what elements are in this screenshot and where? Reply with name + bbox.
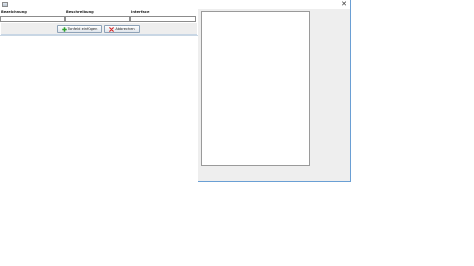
form-panel: Bezeichnung Beschreibung Interface Tonfe… — [0, 9, 198, 182]
dialog-window: ✕ Bezeichnung Beschreibung Interface Ton… — [0, 0, 351, 182]
plus-icon — [61, 26, 67, 32]
beschreibung-input[interactable] — [65, 16, 130, 22]
section-divider — [0, 35, 198, 36]
bezeichnung-label: Bezeichnung — [1, 10, 27, 14]
button-bar: Tonfeld einfügen Abbrechen — [1, 23, 197, 35]
close-button[interactable]: ✕ — [340, 0, 348, 9]
preview-panel — [198, 9, 350, 181]
title-bar[interactable]: ✕ — [0, 0, 350, 9]
x-icon — [109, 26, 115, 32]
interface-input[interactable] — [130, 16, 196, 22]
add-tonfeld-label: Tonfeld einfügen — [67, 27, 98, 31]
interface-label: Interface — [131, 10, 150, 14]
beschreibung-label: Beschreibung — [66, 10, 94, 14]
bezeichnung-input[interactable] — [0, 16, 65, 22]
cancel-button[interactable]: Abbrechen — [104, 25, 140, 33]
preview-area[interactable] — [201, 11, 310, 166]
cancel-label: Abbrechen — [115, 27, 135, 31]
add-tonfeld-button[interactable]: Tonfeld einfügen — [57, 25, 102, 33]
app-window-icon — [2, 2, 8, 7]
